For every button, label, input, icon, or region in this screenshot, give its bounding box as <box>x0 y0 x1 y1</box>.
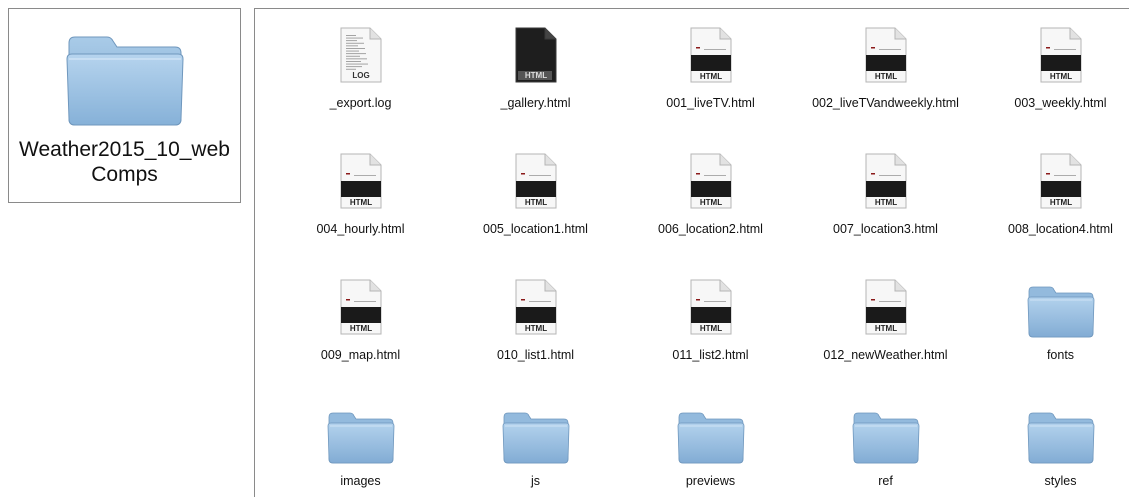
folder-icon <box>326 401 396 467</box>
file-item[interactable]: HTML 010_list1.html <box>448 267 623 393</box>
finder-window: Weather2015_10_webComps LOG _export.log … <box>0 0 1129 497</box>
item-label: 010_list1.html <box>496 348 575 362</box>
html-file-icon: HTML <box>676 275 746 341</box>
svg-text:HTML: HTML <box>1049 198 1071 207</box>
svg-text:LOG: LOG <box>352 71 369 80</box>
item-label: styles <box>1044 474 1077 488</box>
folder-item[interactable]: images <box>273 393 448 497</box>
item-label: 009_map.html <box>320 348 401 362</box>
file-item[interactable]: HTML 007_location3.html <box>798 141 973 267</box>
folder-icon <box>1026 275 1096 341</box>
html-file-icon: HTML <box>851 23 921 89</box>
html-file-icon: HTML <box>676 23 746 89</box>
folder-item[interactable]: js <box>448 393 623 497</box>
file-grid-view: LOG _export.log HTML _gallery.html HTML … <box>254 8 1129 497</box>
file-item[interactable]: HTML 003_weekly.html <box>973 15 1129 141</box>
html-file-icon: HTML <box>1026 23 1096 89</box>
svg-text:HTML: HTML <box>699 72 721 81</box>
folder-icon <box>501 401 571 467</box>
file-item[interactable]: HTML 009_map.html <box>273 267 448 393</box>
svg-text:HTML: HTML <box>874 72 896 81</box>
file-item[interactable]: HTML 006_location2.html <box>623 141 798 267</box>
folder-item[interactable]: ref <box>798 393 973 497</box>
html-file-icon: HTML <box>326 275 396 341</box>
file-item[interactable]: HTML 002_liveTVandweekly.html <box>798 15 973 141</box>
folder-item[interactable]: styles <box>973 393 1129 497</box>
svg-text:HTML: HTML <box>1049 72 1071 81</box>
item-label: 008_location4.html <box>1008 222 1113 236</box>
svg-text:HTML: HTML <box>874 198 896 207</box>
html-file-icon: HTML <box>501 149 571 215</box>
html-file-icon: HTML <box>326 149 396 215</box>
file-grid: LOG _export.log HTML _gallery.html HTML … <box>273 15 1129 497</box>
svg-text:HTML: HTML <box>699 198 721 207</box>
item-label: 012_newWeather.html <box>823 348 948 362</box>
item-label: 004_hourly.html <box>316 222 405 236</box>
folder-icon <box>1026 401 1096 467</box>
svg-text:HTML: HTML <box>349 198 371 207</box>
item-label: 006_location2.html <box>658 222 763 236</box>
folder-icon <box>676 401 746 467</box>
html-file-icon: HTML <box>676 149 746 215</box>
file-item[interactable]: LOG _export.log <box>273 15 448 141</box>
svg-text:HTML: HTML <box>699 324 721 333</box>
svg-text:HTML: HTML <box>524 71 546 80</box>
html-file-icon: HTML <box>1026 149 1096 215</box>
item-label: js <box>530 474 541 488</box>
item-label: fonts <box>1046 348 1075 362</box>
log-file-icon: LOG <box>326 23 396 89</box>
item-label: 005_location1.html <box>483 222 588 236</box>
item-label: _gallery.html <box>500 96 571 110</box>
item-label: ref <box>878 474 893 488</box>
file-item[interactable]: HTML 004_hourly.html <box>273 141 448 267</box>
item-label: 007_location3.html <box>833 222 938 236</box>
svg-text:HTML: HTML <box>349 324 371 333</box>
file-item[interactable]: HTML 005_location1.html <box>448 141 623 267</box>
html-file-icon: HTML <box>851 149 921 215</box>
file-item[interactable]: HTML _gallery.html <box>448 15 623 141</box>
svg-text:HTML: HTML <box>524 324 546 333</box>
item-label: images <box>340 474 381 488</box>
svg-text:HTML: HTML <box>874 324 896 333</box>
html-file-icon: HTML <box>501 23 571 89</box>
item-label: 001_liveTV.html <box>666 96 755 110</box>
folder-icon <box>851 401 921 467</box>
selected-folder-preview[interactable]: Weather2015_10_webComps <box>8 8 241 203</box>
html-file-icon: HTML <box>501 275 571 341</box>
item-label: 011_list2.html <box>672 348 749 362</box>
item-label: _export.log <box>329 96 392 110</box>
folder-item[interactable]: fonts <box>973 267 1129 393</box>
item-label: 002_liveTVandweekly.html <box>812 96 959 110</box>
file-item[interactable]: HTML 012_newWeather.html <box>798 267 973 393</box>
html-file-icon: HTML <box>851 275 921 341</box>
svg-text:HTML: HTML <box>524 198 546 207</box>
selected-folder-name: Weather2015_10_webComps <box>19 138 230 186</box>
folder-item[interactable]: previews <box>623 393 798 497</box>
file-item[interactable]: HTML 008_location4.html <box>973 141 1129 267</box>
item-label: previews <box>685 474 736 488</box>
item-label: 003_weekly.html <box>1014 96 1107 110</box>
folder-icon <box>65 29 185 129</box>
file-item[interactable]: HTML 011_list2.html <box>623 267 798 393</box>
file-item[interactable]: HTML 001_liveTV.html <box>623 15 798 141</box>
